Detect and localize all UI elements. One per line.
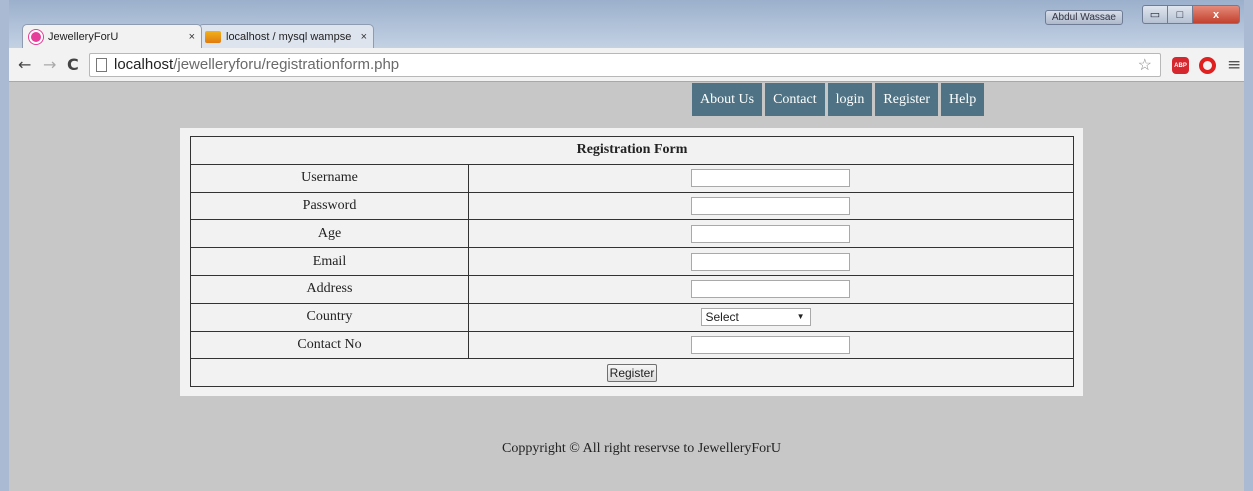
- tab-close-icon[interactable]: ×: [361, 31, 367, 43]
- minimize-button[interactable]: ▭: [1142, 5, 1168, 24]
- tab-close-icon[interactable]: ×: [189, 31, 195, 43]
- url-host: localhost: [114, 56, 174, 73]
- nav-about-us[interactable]: About Us: [692, 83, 763, 116]
- email-input[interactable]: [691, 252, 850, 271]
- password-label: Password: [190, 191, 469, 221]
- chevron-down-icon: ▼: [796, 312, 805, 322]
- form-title: Registration Form: [190, 136, 1074, 165]
- form-row-country: Country Select ▼: [190, 302, 1074, 332]
- address-bar[interactable]: localhost/jewelleryforu/registrationform…: [89, 53, 1161, 77]
- page-icon: [96, 58, 107, 72]
- window-frame-left: [0, 0, 9, 491]
- window-user-badge: Abdul Wassae: [1044, 10, 1123, 25]
- form-row-email: Email: [190, 247, 1074, 276]
- form-row-address: Address: [190, 274, 1074, 304]
- adblock-icon[interactable]: ABP: [1172, 57, 1189, 74]
- nav-register[interactable]: Register: [875, 83, 939, 116]
- footer-copyright: Coppyright © All right reservse to Jewel…: [502, 441, 781, 456]
- url-path: /jewelleryforu/registrationform.php: [173, 56, 400, 73]
- email-label: Email: [190, 247, 469, 276]
- age-input[interactable]: [691, 224, 850, 243]
- form-row-contact: Contact No: [190, 330, 1074, 360]
- country-label: Country: [190, 302, 469, 332]
- bookmark-star-icon[interactable]: ☆: [1138, 55, 1152, 77]
- back-arrow-icon[interactable]: ←: [18, 57, 31, 73]
- forward-arrow-icon[interactable]: →: [43, 57, 56, 73]
- form-row-password: Password: [190, 191, 1074, 221]
- username-input[interactable]: [691, 169, 850, 188]
- country-select-value: Select: [705, 310, 739, 325]
- tab-label: JewelleryForU: [48, 30, 119, 43]
- page-viewport: About Us Contact login Register Help Reg…: [9, 82, 1244, 491]
- contact-no-label: Contact No: [190, 330, 469, 360]
- username-label: Username: [190, 163, 469, 193]
- window-frame-right: [1244, 0, 1253, 491]
- jewellery-favicon-icon: [29, 29, 43, 44]
- age-label: Age: [190, 219, 469, 249]
- tab-jewelleryforu[interactable]: JewelleryForU ×: [22, 24, 202, 48]
- nav-contact[interactable]: Contact: [765, 83, 825, 116]
- site-nav: About Us Contact login Register Help: [692, 83, 985, 116]
- country-select[interactable]: Select ▼: [700, 308, 811, 327]
- form-row-age: Age: [190, 219, 1074, 249]
- register-submit-button[interactable]: Register: [606, 363, 658, 382]
- contact-no-input[interactable]: [691, 335, 850, 354]
- registration-form: Registration Form Username Password Age …: [190, 136, 1074, 388]
- menu-icon[interactable]: ≡: [1227, 55, 1241, 75]
- address-input[interactable]: [691, 280, 850, 299]
- browser-toolbar: ← → C localhost/jewelleryforu/registrati…: [9, 48, 1244, 82]
- password-input[interactable]: [691, 196, 850, 215]
- tab-label: localhost / mysql wampse: [226, 30, 352, 43]
- nav-help[interactable]: Help: [941, 83, 985, 116]
- tab-phpmyadmin[interactable]: localhost / mysql wampse ×: [198, 24, 374, 48]
- address-label: Address: [190, 274, 469, 304]
- phpmyadmin-favicon-icon: [205, 30, 221, 43]
- registration-panel: Registration Form Username Password Age …: [180, 128, 1083, 396]
- reload-icon[interactable]: C: [67, 57, 79, 73]
- maximize-button[interactable]: □: [1167, 5, 1193, 24]
- nav-login[interactable]: login: [827, 83, 873, 116]
- opera-extension-icon[interactable]: [1199, 57, 1216, 74]
- form-row-username: Username: [190, 163, 1074, 193]
- close-window-button[interactable]: x: [1192, 5, 1240, 24]
